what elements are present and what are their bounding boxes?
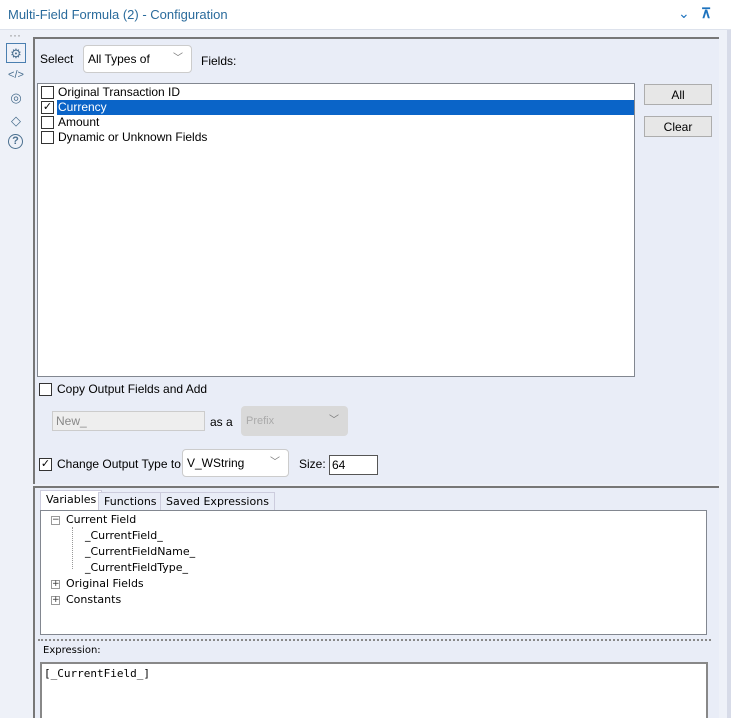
list-item[interactable]: ✓ Currency — [38, 100, 634, 115]
tab-functions[interactable]: Functions — [98, 492, 163, 510]
tab-variables[interactable]: Variables — [40, 490, 103, 510]
collapse-icon[interactable]: − — [51, 516, 60, 525]
tree-node-current-field[interactable]: Current Field — [66, 513, 136, 527]
expression-editor[interactable]: [_CurrentField_] — [40, 662, 708, 718]
checkbox[interactable]: ✓ — [41, 101, 54, 114]
field-name: Original Transaction ID — [58, 85, 181, 99]
expression-label: Expression: — [43, 645, 101, 656]
pin-icon[interactable]: ⊼ — [701, 5, 711, 22]
type-select-value: All Types of — [88, 52, 150, 66]
chevron-down-icon: ﹀ — [329, 415, 339, 426]
field-name: Currency — [57, 100, 634, 115]
size-input[interactable]: 64 — [329, 455, 378, 475]
type-select[interactable]: All Types of ﹀ — [83, 45, 192, 73]
tree-node-constants[interactable]: Constants — [66, 593, 121, 607]
splitter[interactable] — [38, 639, 711, 642]
more-icon: ··· — [9, 28, 21, 42]
tree-node[interactable]: _CurrentFieldType_ — [85, 561, 188, 575]
fields-list[interactable]: Original Transaction ID ✓ Currency Amount… — [37, 83, 635, 377]
as-a-label: as a — [210, 415, 233, 429]
checkbox[interactable] — [41, 116, 54, 129]
tree-line — [72, 527, 73, 569]
copy-output-checkbox[interactable] — [39, 383, 52, 396]
gear-icon[interactable]: ⚙ — [6, 43, 26, 63]
expand-icon[interactable]: + — [51, 596, 60, 605]
select-label: Select — [40, 52, 74, 66]
checkbox[interactable] — [41, 86, 54, 99]
position-value: Prefix — [246, 415, 275, 427]
field-name: Amount — [58, 115, 100, 129]
checkbox[interactable] — [41, 131, 54, 144]
clear-button[interactable]: Clear — [644, 116, 712, 137]
help-icon[interactable]: ? — [8, 134, 23, 149]
position-select[interactable]: Prefix ﹀ — [241, 406, 348, 436]
change-type-label: Change Output Type to — [57, 457, 181, 471]
scrollbar[interactable] — [727, 30, 731, 718]
chevron-down-icon[interactable]: ⌄ — [678, 5, 690, 22]
sidebar: ··· ⚙ </> ◎ ◇ ? — [0, 28, 32, 718]
chevron-down-icon: ﹀ — [270, 457, 280, 468]
tree-node[interactable]: _CurrentField_ — [85, 529, 163, 543]
copy-output-label: Copy Output Fields and Add — [57, 382, 208, 396]
output-type-select[interactable]: V_WString ﹀ — [182, 449, 289, 477]
annotation-icon[interactable]: ◎ — [6, 88, 26, 108]
all-button[interactable]: All — [644, 84, 712, 105]
list-item[interactable]: Dynamic or Unknown Fields — [38, 130, 634, 145]
variables-tree[interactable]: − Current Field _CurrentField_ _CurrentF… — [40, 510, 707, 635]
chevron-down-icon: ﹀ — [173, 53, 183, 64]
window-title: Multi-Field Formula (2) - Configuration — [8, 7, 228, 22]
field-name: Dynamic or Unknown Fields — [58, 130, 208, 144]
fields-label: Fields: — [201, 54, 237, 68]
list-item[interactable]: Amount — [38, 115, 634, 130]
tab-saved-expressions[interactable]: Saved Expressions — [160, 492, 275, 510]
change-type-checkbox[interactable]: ✓ — [39, 458, 52, 471]
tag-icon[interactable]: ◇ — [6, 111, 26, 131]
expand-icon[interactable]: + — [51, 580, 60, 589]
code-icon[interactable]: </> — [6, 65, 26, 85]
size-label: Size: — [299, 457, 326, 471]
tree-node[interactable]: _CurrentFieldName_ — [85, 545, 195, 559]
suffix-prefix-input[interactable]: New_ — [52, 411, 205, 431]
list-item[interactable]: Original Transaction ID — [38, 85, 634, 100]
title-bar: Multi-Field Formula (2) - Configuration … — [0, 0, 731, 30]
tree-node-original-fields[interactable]: Original Fields — [66, 577, 144, 591]
output-type-value: V_WString — [187, 456, 245, 470]
